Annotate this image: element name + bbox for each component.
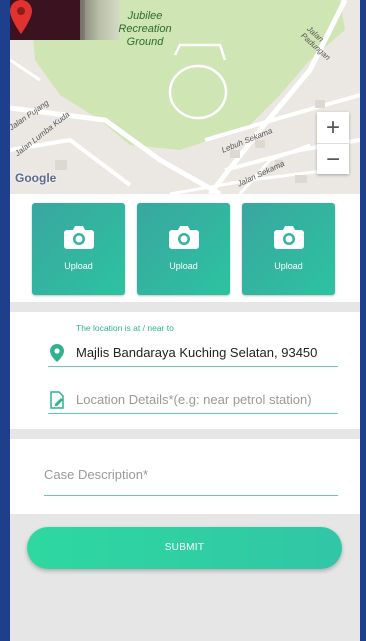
google-logo: Google: [15, 171, 57, 185]
location-details-placeholder: Location Details*(e.g: near petrol stati…: [76, 392, 312, 407]
case-description-input[interactable]: Case Description*: [44, 459, 338, 496]
camera-icon: [274, 226, 304, 249]
location-section: The location is at / near to Majlis Band…: [10, 312, 360, 429]
zoom-in-button[interactable]: +: [317, 112, 349, 143]
edit-document-icon: [50, 391, 64, 409]
case-description-placeholder: Case Description*: [44, 467, 149, 482]
location-value: Majlis Bandaraya Kuching Selatan, 93450: [76, 345, 318, 360]
upload-photo-button-2[interactable]: Upload: [137, 203, 230, 295]
upload-label: Upload: [64, 261, 93, 271]
map-pin-icon: [10, 0, 32, 34]
app-screen: Jubilee Recreation Ground Jalan Padungan…: [10, 0, 360, 641]
zoom-out-button[interactable]: −: [317, 144, 349, 175]
location-field[interactable]: Majlis Bandaraya Kuching Selatan, 93450: [48, 342, 338, 367]
submit-button[interactable]: SUBMIT: [27, 527, 342, 569]
map-view[interactable]: Jubilee Recreation Ground Jalan Padungan…: [10, 0, 360, 194]
upload-label: Upload: [274, 261, 303, 271]
upload-photo-button-1[interactable]: Upload: [32, 203, 125, 295]
camera-icon: [169, 226, 199, 249]
photo-upload-section: Upload Upload Upload: [10, 194, 360, 302]
upload-photo-button-3[interactable]: Upload: [242, 203, 335, 295]
case-description-section: Case Description*: [10, 439, 360, 514]
camera-icon: [64, 226, 94, 249]
location-pin-icon: [50, 344, 64, 362]
location-hint: The location is at / near to: [76, 323, 174, 333]
zoom-control: + −: [317, 112, 349, 174]
park-label: Jubilee Recreation Ground: [118, 10, 172, 48]
upload-label: Upload: [169, 261, 198, 271]
location-details-input[interactable]: Location Details*(e.g: near petrol stati…: [48, 389, 338, 414]
